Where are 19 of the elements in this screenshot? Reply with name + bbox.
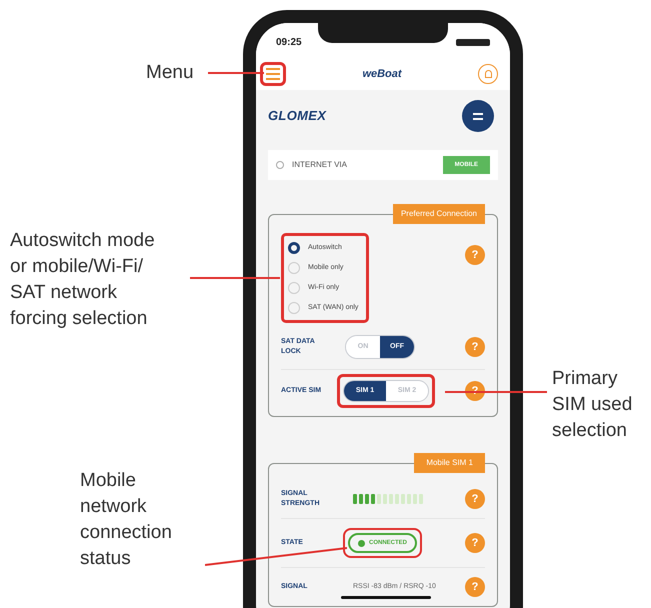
callout-text: Menu: [146, 61, 194, 85]
help-icon[interactable]: ?: [465, 489, 485, 509]
help-icon[interactable]: ?: [465, 245, 485, 265]
app-logo: weBoat: [362, 66, 402, 82]
help-icon[interactable]: ?: [465, 577, 485, 597]
status-icons: [456, 39, 490, 46]
help-icon[interactable]: ?: [465, 533, 485, 553]
radio-button[interactable]: [288, 242, 300, 254]
internet-label: INTERNET VIA: [292, 159, 348, 171]
card-title: Mobile SIM 1: [414, 453, 485, 473]
menu-icon[interactable]: [462, 100, 494, 132]
status-time: 09:25: [276, 36, 302, 50]
brand-logo: GLOMEX: [268, 107, 326, 126]
card-title: Preferred Connection: [392, 204, 485, 224]
callout-text: Autoswitch mode or mobile/Wi-Fi/ SAT network forcing selection: [10, 229, 155, 331]
callout-text: Mobile network connection status: [80, 469, 172, 571]
callout-text: Primary SIM used selection: [552, 367, 632, 443]
bell-icon[interactable]: [478, 64, 498, 84]
help-icon[interactable]: ?: [465, 337, 485, 357]
